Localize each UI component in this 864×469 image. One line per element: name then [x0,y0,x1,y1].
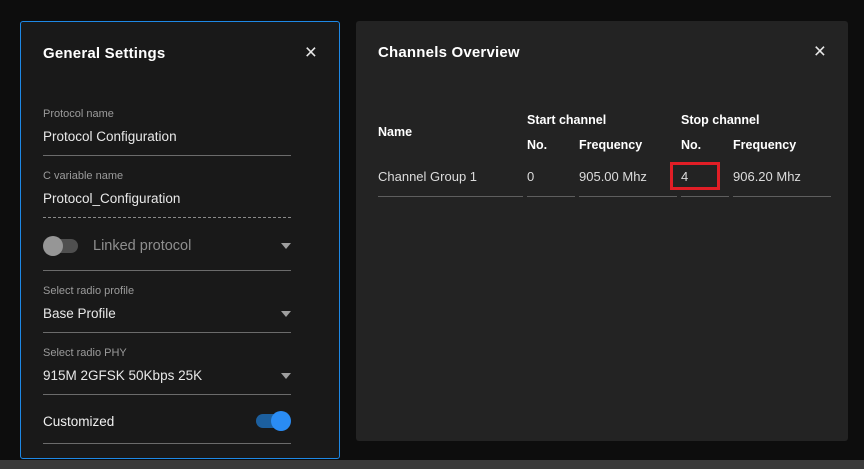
linked-protocol-label: Linked protocol [93,238,192,254]
protocol-name-field[interactable]: Protocol name Protocol Configuration [43,108,291,156]
channels-table: Name Start channel Stop channel No. Freq… [378,107,831,197]
radio-phy-field[interactable]: Select radio PHY 915M 2GFSK 50Kbps 25K [43,347,291,395]
chevron-down-icon[interactable] [281,310,291,317]
column-header-start-no: No. [527,137,548,152]
chevron-down-icon[interactable] [281,372,291,379]
general-settings-header: General Settings × [43,42,317,64]
c-variable-name-field[interactable]: C variable name Protocol_Configuration [43,170,291,218]
channels-overview-header: Channels Overview × [378,41,826,63]
column-header-name: Name [378,125,413,139]
column-header-stop-frequency: Frequency [733,137,797,152]
channels-overview-panel: Channels Overview × Name Start channel S… [356,21,848,441]
table-row-name[interactable]: Channel Group 1 [378,157,523,197]
protocol-name-label: Protocol name [43,108,114,120]
linked-protocol-row: Linked protocol [43,232,291,271]
column-header-start-frequency: Frequency [579,137,643,152]
column-header-start-channel: Start channel [527,112,607,127]
general-settings-title: General Settings [43,44,166,62]
radio-profile-value[interactable]: Base Profile [43,304,116,323]
stop-no-value: 4 [681,169,689,184]
highlight-box [670,162,720,190]
general-settings-panel: General Settings × Protocol name Protoco… [20,21,340,459]
customized-label: Customized [43,413,115,429]
channels-overview-title: Channels Overview [378,43,520,61]
table-row-stop-no[interactable]: 4 [670,157,729,197]
column-header-stop-channel: Stop channel [681,112,760,127]
radio-phy-label: Select radio PHY [43,347,127,359]
radio-profile-field[interactable]: Select radio profile Base Profile [43,285,291,333]
close-icon[interactable]: × [305,42,317,63]
customized-row: Customized [43,409,291,444]
radio-profile-label: Select radio profile [43,285,135,297]
toggle-knob [271,411,291,431]
c-variable-name-value[interactable]: Protocol_Configuration [43,189,291,208]
c-variable-name-label: C variable name [43,170,124,182]
column-header-stop-no: No. [681,137,702,152]
protocol-name-value[interactable]: Protocol Configuration [43,127,291,146]
table-row-start-no[interactable]: 0 [527,157,575,197]
chevron-down-icon[interactable] [281,243,291,249]
general-settings-fields: Protocol name Protocol Configuration C v… [43,108,291,444]
horizontal-scrollbar[interactable] [0,460,864,469]
close-icon[interactable]: × [814,41,826,62]
customized-toggle[interactable] [255,411,291,431]
toggle-knob [43,236,63,256]
radio-phy-value[interactable]: 915M 2GFSK 50Kbps 25K [43,366,202,385]
linked-protocol-toggle[interactable] [43,236,79,256]
table-row-start-frequency[interactable]: 905.00 Mhz [579,157,677,197]
table-row-stop-frequency[interactable]: 906.20 Mhz [733,157,831,197]
